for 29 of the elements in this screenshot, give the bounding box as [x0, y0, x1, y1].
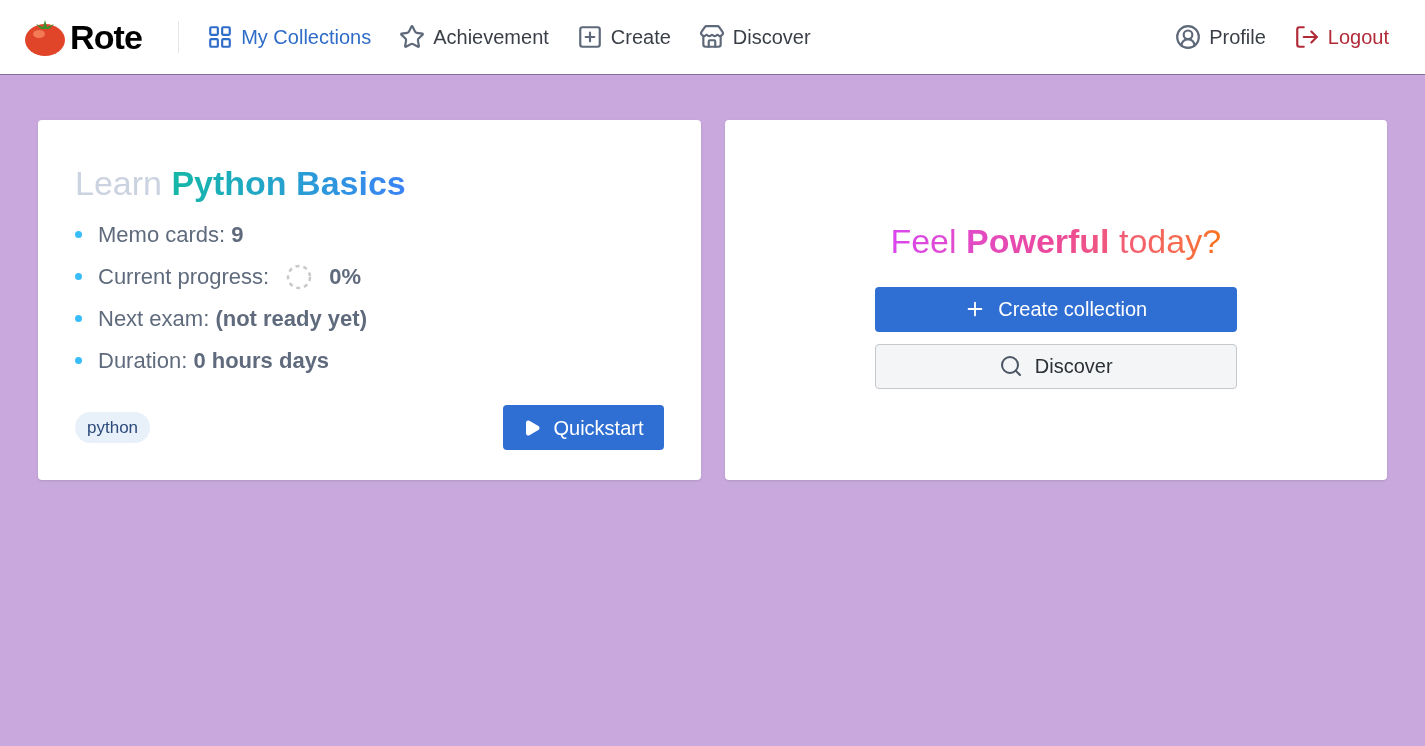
create-collection-button[interactable]: Create collection [874, 286, 1237, 332]
brand-name: Rote [70, 16, 143, 58]
grid-icon [207, 24, 234, 50]
play-icon [523, 418, 542, 437]
tag[interactable]: python [75, 411, 151, 444]
progress-value: 0% [329, 263, 361, 291]
stat-text: Duration: 0 hours days [98, 347, 330, 375]
stat-text: Memo cards: 9 [98, 221, 244, 249]
star-icon [399, 24, 426, 50]
nav-link[interactable]: Profile [1175, 22, 1266, 52]
plus-square-icon [576, 24, 603, 50]
logout-icon [1293, 24, 1320, 50]
stat-text: Current progress: [98, 263, 270, 291]
nav-link[interactable]: My Collections [207, 22, 372, 52]
nav-link[interactable]: Create [576, 22, 671, 52]
nav-link[interactable]: Discover [698, 22, 811, 52]
discover-button[interactable]: Discover [874, 343, 1237, 389]
nav-link[interactable]: Logout [1293, 22, 1389, 52]
quickstart-button[interactable]: Quickstart [503, 405, 664, 450]
nav-link[interactable]: Achievement [399, 22, 549, 52]
store-icon [698, 24, 725, 50]
progress-ring-icon [285, 262, 314, 291]
user-icon [1175, 24, 1202, 50]
stat-text: Next exam: (not ready yet) [98, 305, 367, 333]
bullet-icon [75, 357, 82, 364]
bullet-icon [75, 231, 82, 238]
search-icon [998, 354, 1023, 378]
bullet-icon [75, 273, 82, 280]
bullet-icon [75, 315, 82, 322]
